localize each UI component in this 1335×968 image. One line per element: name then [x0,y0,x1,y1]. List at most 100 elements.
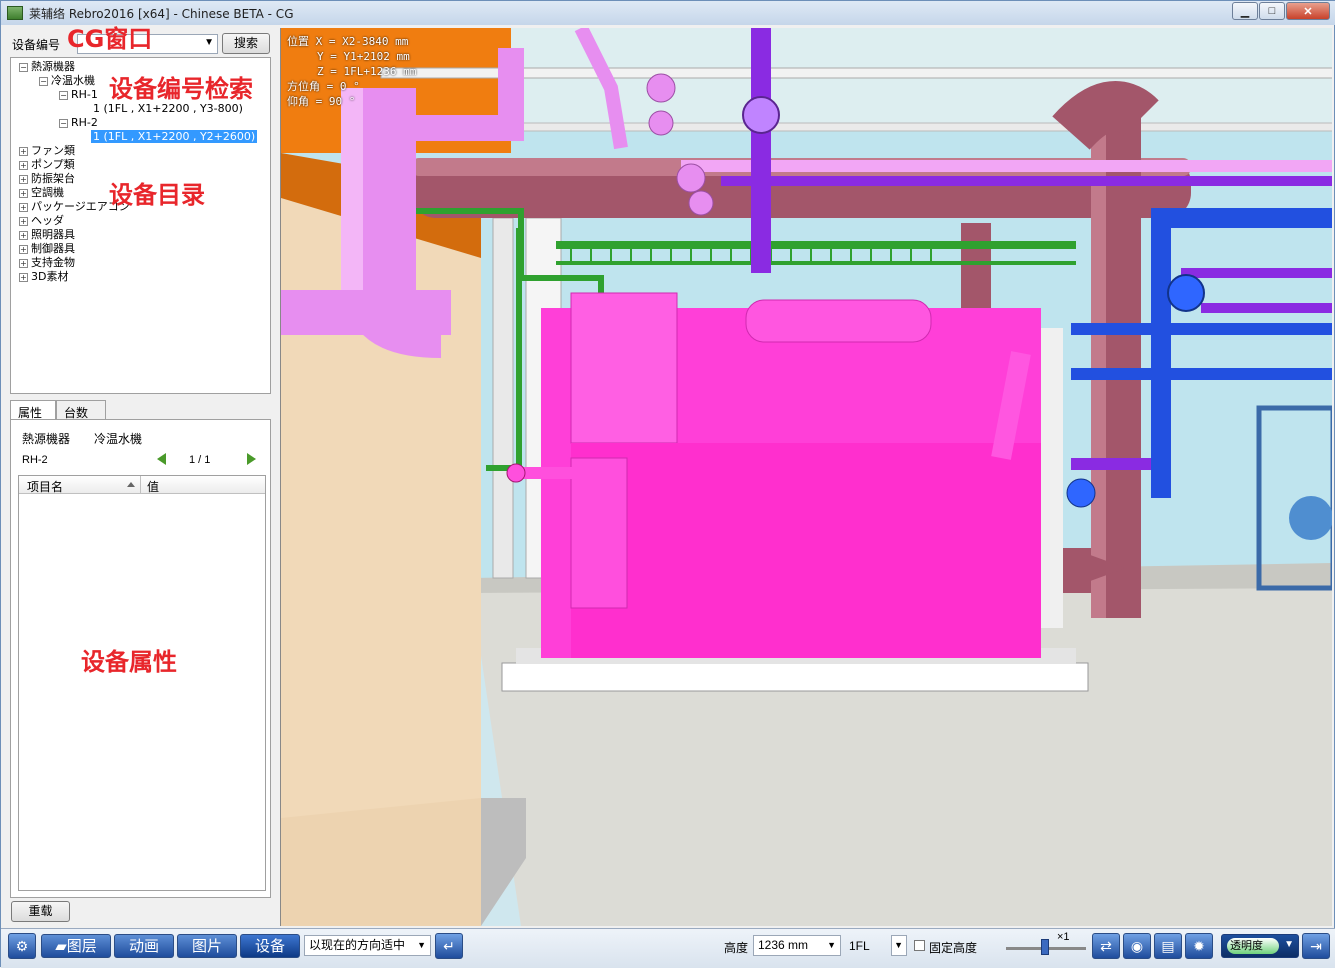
printer-icon[interactable]: ▤ [1154,933,1182,959]
close-button[interactable]: ✕ [1286,2,1330,20]
tree-node-label: ファン類 [31,144,75,157]
tree-leaf-rh1[interactable]: 1 (1FL , X1+2200 , Y3-800) [93,102,243,116]
title-bar: 莱辅络 Rebro2016 [x64] - Chinese BETA - CG … [1,1,1335,25]
position-label: 位置 [287,35,309,48]
annotation-search: 设备编号检索 [109,75,253,103]
tree-node-rh1[interactable]: − RH-1 [59,88,98,102]
annotation-properties: 设备属性 [81,648,177,676]
tree-node-label: 制御器具 [31,242,75,255]
settings-gear-icon[interactable]: ⚙ [8,933,36,959]
collapse-icon[interactable]: − [59,118,68,128]
height-label: 高度 [724,941,749,955]
reload-button[interactable]: 重载 [11,901,70,922]
property-subcategory: 冷温水機 [94,432,143,446]
expand-icon[interactable]: + [19,258,28,268]
chevron-down-icon[interactable]: ▼ [827,936,836,955]
tree-node-category[interactable]: + 照明器具 [19,228,75,242]
expand-icon[interactable]: + [19,174,28,184]
exit-arrow-icon[interactable]: ⇥ [1302,933,1330,959]
page-indicator: 1 / 1 [189,454,211,466]
layers-icon: ▰ [55,937,67,955]
chevron-down-icon[interactable]: ▼ [894,936,903,955]
camera-icon[interactable]: ◉ [1123,933,1151,959]
tree-node-label: RH-1 [71,88,98,101]
direction-mode-select[interactable]: 以现在的方向适中 ▼ [304,935,431,956]
equipment-button[interactable]: 设备 [240,934,300,958]
zoom-label: ×1 [1057,931,1070,943]
floor-select[interactable]: ▼ [891,935,907,956]
sort-asc-icon [127,482,135,487]
tree-node-category[interactable]: + ヘッダ [19,214,64,228]
enter-arrow-icon[interactable]: ↵ [435,933,463,959]
search-button[interactable]: 搜索 [222,33,270,54]
tab-properties[interactable]: 属性 [10,400,56,421]
chevron-down-icon[interactable]: ▼ [417,936,426,955]
tree-node-category[interactable]: + 支持金物 [19,256,75,270]
collapse-icon[interactable]: − [59,90,68,100]
tree-node-label: 3D素材 [31,270,69,283]
expand-icon[interactable]: + [19,188,28,198]
next-arrow-icon[interactable] [247,453,256,465]
annotation-cg-window: CG窗口 [67,25,153,53]
column-header-name[interactable]: 项目名 [27,478,63,495]
expand-icon[interactable]: + [19,244,28,254]
tree-node-label: 熱源機器 [31,60,75,73]
scene-render [281,28,1332,926]
tree-node-rh2[interactable]: − RH-2 [59,116,98,130]
transparency-label: 透明度 [1227,938,1279,954]
tree-node-child[interactable]: − 冷温水機 [39,74,95,88]
tree-node-category[interactable]: +3D素材 [19,270,68,284]
expand-icon[interactable]: + [19,272,28,282]
tree-node-label: ポンプ類 [31,158,75,171]
tree-node-label: 1 (1FL , X1+2200 , Y2+2600) [91,130,258,143]
expand-icon[interactable]: + [19,160,28,170]
swap-arrow-icon[interactable]: ⇄ [1092,933,1120,959]
property-id: RH-2 [22,454,48,466]
collapse-icon[interactable]: − [19,62,28,72]
bottom-toolbar: ⚙ ▰图层 动画 图片 设备 以现在的方向适中 ▼ ↵ 高度 1236 mm ▼ 1… [1,928,1335,968]
tree-node-root[interactable]: − 熱源機器 [19,60,75,74]
tree-node-category[interactable]: + ポンプ類 [19,158,75,172]
tree-node-category[interactable]: + 防振架台 [19,172,75,186]
tab-count[interactable]: 台数 [56,400,106,420]
left-panel: 设备编号 ▼ 搜索 − 熱源機器 − 冷温水機 − RH-1 1 (1FL , X1+… [1,26,280,926]
height-select[interactable]: 1236 mm ▼ [753,935,841,956]
transparency-select[interactable]: 透明度 ▼ [1221,934,1299,958]
tree-node-label: 冷温水機 [51,74,95,87]
column-divider[interactable] [140,476,141,494]
animation-button[interactable]: 动画 [114,934,174,958]
cg-viewport[interactable]: 位置 X = X2-3840 mm Y = Y1+2102 mm Z = 1FL… [280,28,1332,926]
property-table-header: 项目名 值 [19,476,265,494]
zoom-slider-thumb[interactable] [1041,939,1049,955]
tree-node-label: 支持金物 [31,256,75,269]
coordinate-readout: 位置 X = X2-3840 mm Y = Y1+2102 mm Z = 1FL… [287,34,416,109]
expand-icon[interactable]: + [19,230,28,240]
height-value: 1236 mm [758,938,809,952]
property-category: 熱源機器 [22,432,71,446]
elevation-readout: 仰角 = 90 ° [287,95,356,108]
layers-button[interactable]: ▰图层 [41,934,111,958]
tree-node-label: ヘッダ [31,214,64,227]
collapse-icon[interactable]: − [39,76,48,86]
tree-node-category[interactable]: + ファン類 [19,144,75,158]
column-header-value[interactable]: 值 [147,478,159,495]
sun-icon[interactable]: ✹ [1185,933,1213,959]
floor-label: 1FL [849,939,870,953]
tree-node-category[interactable]: + 制御器具 [19,242,75,256]
coord-z: Z = 1FL+1236 mm [317,65,417,78]
direction-mode-value: 以现在的方向适中 [309,938,406,952]
fix-height-checkbox[interactable] [914,940,925,951]
tree-leaf-rh2-selected[interactable]: 1 (1FL , X1+2200 , Y2+2600) [91,130,258,144]
picture-button[interactable]: 图片 [177,934,237,958]
prev-arrow-icon[interactable] [157,453,166,465]
chevron-down-icon[interactable]: ▼ [204,37,214,48]
minimize-button[interactable]: ▁ [1232,2,1258,20]
expand-icon[interactable]: + [19,146,28,156]
app-icon [7,6,23,20]
maximize-button[interactable]: □ [1259,2,1285,20]
equipment-tree: − 熱源機器 − 冷温水機 − RH-1 1 (1FL , X1+2200 , Y3-… [10,57,271,394]
expand-icon[interactable]: + [19,216,28,226]
chevron-down-icon[interactable]: ▼ [1284,939,1294,950]
expand-icon[interactable]: + [19,202,28,212]
tree-node-category[interactable]: + 空調機 [19,186,64,200]
